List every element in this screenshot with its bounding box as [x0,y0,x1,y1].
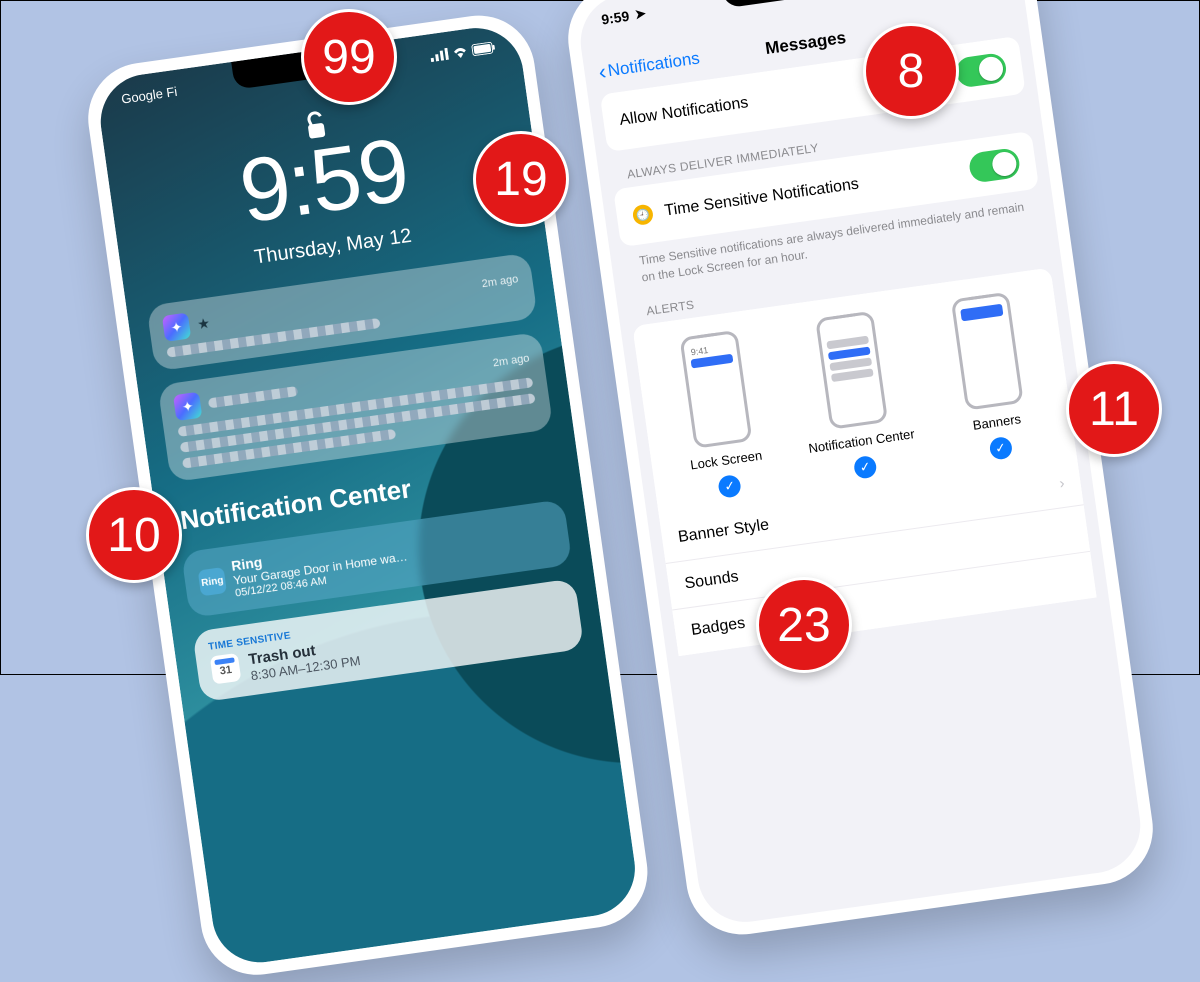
time-sensitive-label: Time Sensitive Notifications [663,176,860,221]
allow-notifications-switch[interactable] [954,52,1008,89]
battery-icon [471,41,496,56]
callout-badge: 10 [86,487,182,583]
lockscreen-preview-icon: 9:41 [680,329,753,448]
alert-opt-nc[interactable]: Notification Center ✓ [781,306,929,487]
calendar-icon: 31 [210,653,242,685]
check-icon: ✓ [717,473,742,498]
nc-preview-icon [815,310,888,429]
page-title: Messages [764,28,847,59]
sounds-label: Sounds [684,568,740,593]
alert-opt-banners[interactable]: Banners ✓ [917,287,1065,468]
callout-badge: 99 [301,9,397,105]
carrier-label: Google Fi [120,84,178,107]
alert-opt-lockscreen[interactable]: 9:41 Lock Screen ✓ [646,325,794,506]
alert-opt-label: Notification Center [807,426,915,456]
callout-badge: 8 [863,23,959,119]
ring-icon: Ring [198,567,227,596]
banner-style-label: Banner Style [677,516,770,547]
callout-badge: 19 [473,131,569,227]
banner-preview-icon [950,291,1023,410]
check-icon: ✓ [853,454,878,479]
callout-badge: 23 [756,577,852,673]
alert-opt-label: Lock Screen [689,447,763,472]
back-button[interactable]: ‹ Notifications [597,45,702,85]
lockscreen-phone: Google Fi 9:59 Thursday, May 12 [81,8,655,982]
check-icon: ✓ [988,435,1013,460]
messenger-icon: ✦ [173,392,202,421]
time-sensitive-switch[interactable] [968,147,1022,184]
notif-time: 2m ago [492,352,530,369]
alert-opt-label: Banners [972,411,1022,433]
settings-phone: 9:59 ➤ ‹ Notifications Messages [561,0,1160,942]
clock-icon: 🕘 [632,203,655,226]
badges-label: Badges [690,614,746,639]
status-clock: 9:59 [600,8,630,28]
notif-time: 2m ago [481,273,519,290]
messenger-icon: ✦ [162,313,191,342]
allow-notifications-label: Allow Notifications [618,94,749,130]
location-icon: ➤ [634,5,647,22]
callout-badge: 11 [1066,361,1162,457]
wifi-icon [451,45,469,59]
chevron-right-icon: › [1058,475,1065,493]
signal-icon [429,47,448,61]
